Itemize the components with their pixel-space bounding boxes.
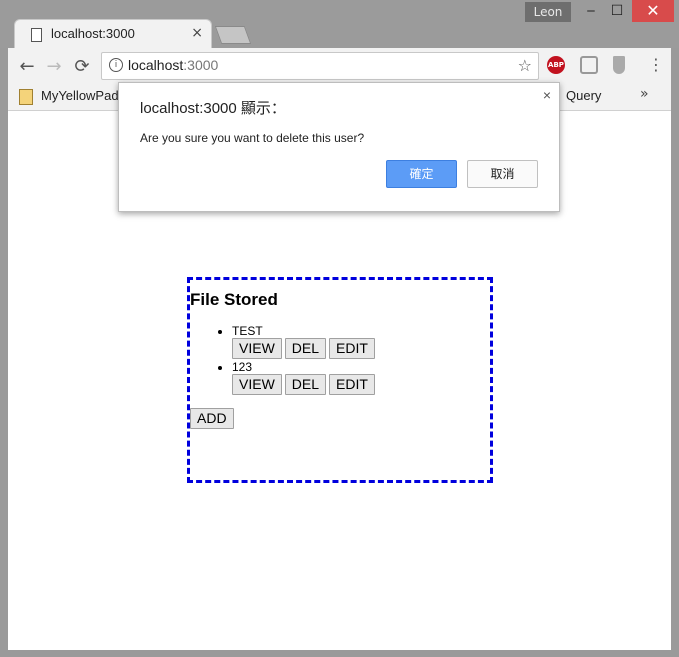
delete-button[interactable]: DEL [284,338,327,359]
list-item: 123 VIEWDELEDIT [232,360,378,396]
add-button[interactable]: ADD [190,408,234,429]
forward-icon[interactable]: → [43,56,65,77]
confirm-dialog: localhost:3000 顯示： × Are you sure you wa… [118,82,560,212]
browser-window: Leon ‒ ☐ ✕ localhost:3000 × ← → ⟳ i loca… [0,0,679,657]
file-stored-panel: File Stored TEST VIEWDELEDIT 123 VIEWDEL… [187,277,493,483]
share-icon[interactable] [580,56,598,74]
maximize-button[interactable]: ☐ [602,0,632,22]
dialog-title: localhost:3000 顯示： [140,100,286,117]
reload-icon[interactable]: ⟳ [71,56,93,77]
list-item: TEST VIEWDELEDIT [232,324,378,360]
confirm-button[interactable]: 確定 [386,160,457,188]
adblock-icon[interactable]: ABP [547,56,565,74]
view-button[interactable]: VIEW [232,374,282,395]
notepad-icon [19,89,33,105]
view-button[interactable]: VIEW [232,338,282,359]
dialog-message: Are you sure you want to delete this use… [140,131,365,145]
close-window-button[interactable]: ✕ [632,0,674,22]
bookmark-query[interactable]: Query [566,88,601,103]
file-list: TEST VIEWDELEDIT 123 VIEWDELEDIT [190,324,378,396]
menu-icon[interactable]: ⋮ [648,56,664,74]
dialog-close-icon[interactable]: × [543,87,551,103]
address-bar[interactable]: i localhost:3000 ☆ [101,52,539,80]
bookmark-myyellowpad[interactable]: MyYellowPad [41,88,119,103]
browser-tab[interactable]: localhost:3000 × [14,19,212,50]
title-bar: Leon ‒ ☐ ✕ localhost:3000 × [0,0,679,50]
page-icon [31,28,42,42]
file-name: 123 [232,360,253,374]
edit-button[interactable]: EDIT [329,338,375,359]
file-name: TEST [232,324,263,338]
new-tab-button[interactable] [214,26,252,44]
profile-badge[interactable]: Leon [525,2,571,22]
edit-button[interactable]: EDIT [329,374,375,395]
bookmark-star-icon[interactable]: ☆ [518,56,532,75]
url-text: localhost:3000 [128,57,219,73]
delete-button[interactable]: DEL [284,374,327,395]
bookmarks-more-icon[interactable]: » [640,86,649,102]
page-title: File Stored [190,290,278,309]
shield-icon[interactable] [613,56,625,74]
info-icon[interactable]: i [109,58,123,72]
cancel-button[interactable]: 取消 [467,160,538,188]
back-icon[interactable]: ← [16,56,38,77]
tab-close-icon[interactable]: × [191,25,203,41]
tab-title: localhost:3000 [51,26,135,41]
toolbar: ← → ⟳ i localhost:3000 ☆ ABP ⋮ [8,48,671,84]
